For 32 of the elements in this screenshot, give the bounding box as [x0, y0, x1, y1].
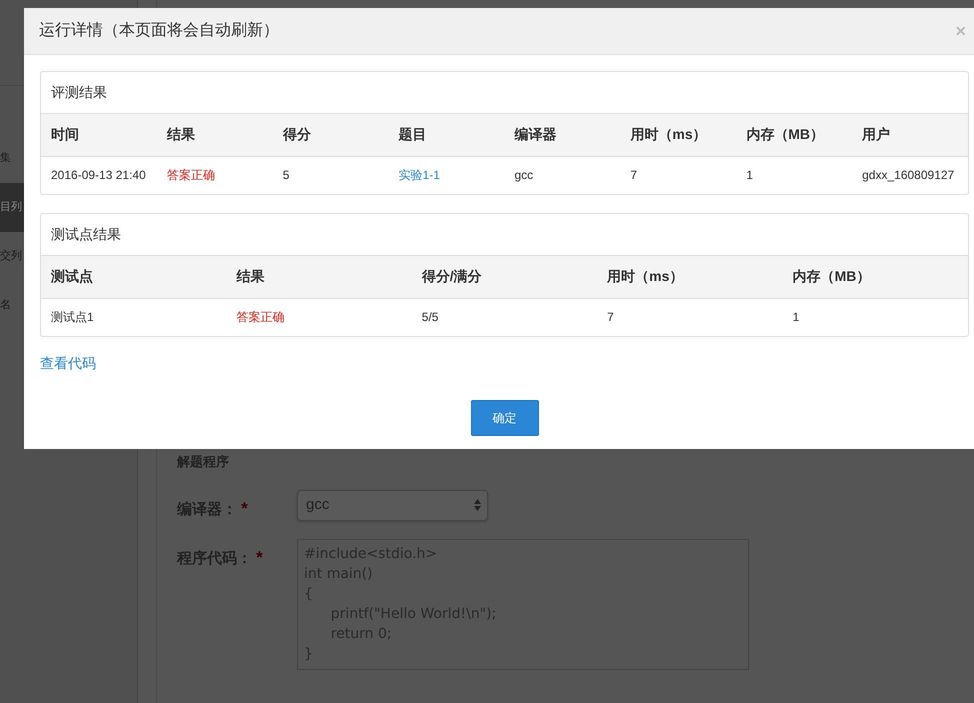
table-cell: gdxx_160809127	[852, 156, 968, 194]
column-header: 内存（MB）	[736, 114, 852, 156]
updown-arrows-icon	[474, 499, 481, 511]
column-header: 编译器	[504, 114, 620, 156]
status-cell: 答案正确	[156, 156, 273, 194]
column-header: 得分/满分	[412, 256, 598, 298]
table-cell: 5/5	[412, 298, 598, 336]
dialog-title: 运行详情（本页面将会自动刷新）	[39, 20, 279, 41]
column-header: 用时（ms）	[597, 256, 783, 298]
table-cell: 1	[782, 298, 968, 336]
status-cell: 答案正确	[226, 298, 412, 336]
table-cell: 测试点1	[41, 298, 226, 336]
column-header: 用户	[852, 114, 968, 156]
table-cell: 7	[597, 298, 783, 336]
column-header: 题目	[388, 114, 504, 156]
table-cell: 2016-09-13 21:40	[41, 156, 157, 194]
column-header: 结果	[156, 114, 273, 156]
table-cell: gcc	[504, 156, 620, 194]
table-cell: 7	[620, 156, 736, 194]
compiler-select[interactable]: gcc	[297, 490, 488, 520]
view-code-link[interactable]: 查看代码	[40, 355, 96, 371]
column-header: 测试点	[41, 256, 226, 298]
ok-button[interactable]: 确定	[470, 400, 538, 436]
close-button[interactable]: ×	[955, 22, 966, 40]
column-header: 用时（ms）	[620, 114, 736, 156]
table-cell: 5	[272, 156, 389, 194]
table-cell: 1	[736, 156, 852, 194]
column-header: 内存（MB）	[782, 256, 968, 298]
column-header: 得分	[272, 114, 389, 156]
column-header: 时间	[41, 114, 157, 156]
problem-link[interactable]: 实验1-1	[398, 168, 440, 182]
column-header: 结果	[226, 256, 412, 298]
